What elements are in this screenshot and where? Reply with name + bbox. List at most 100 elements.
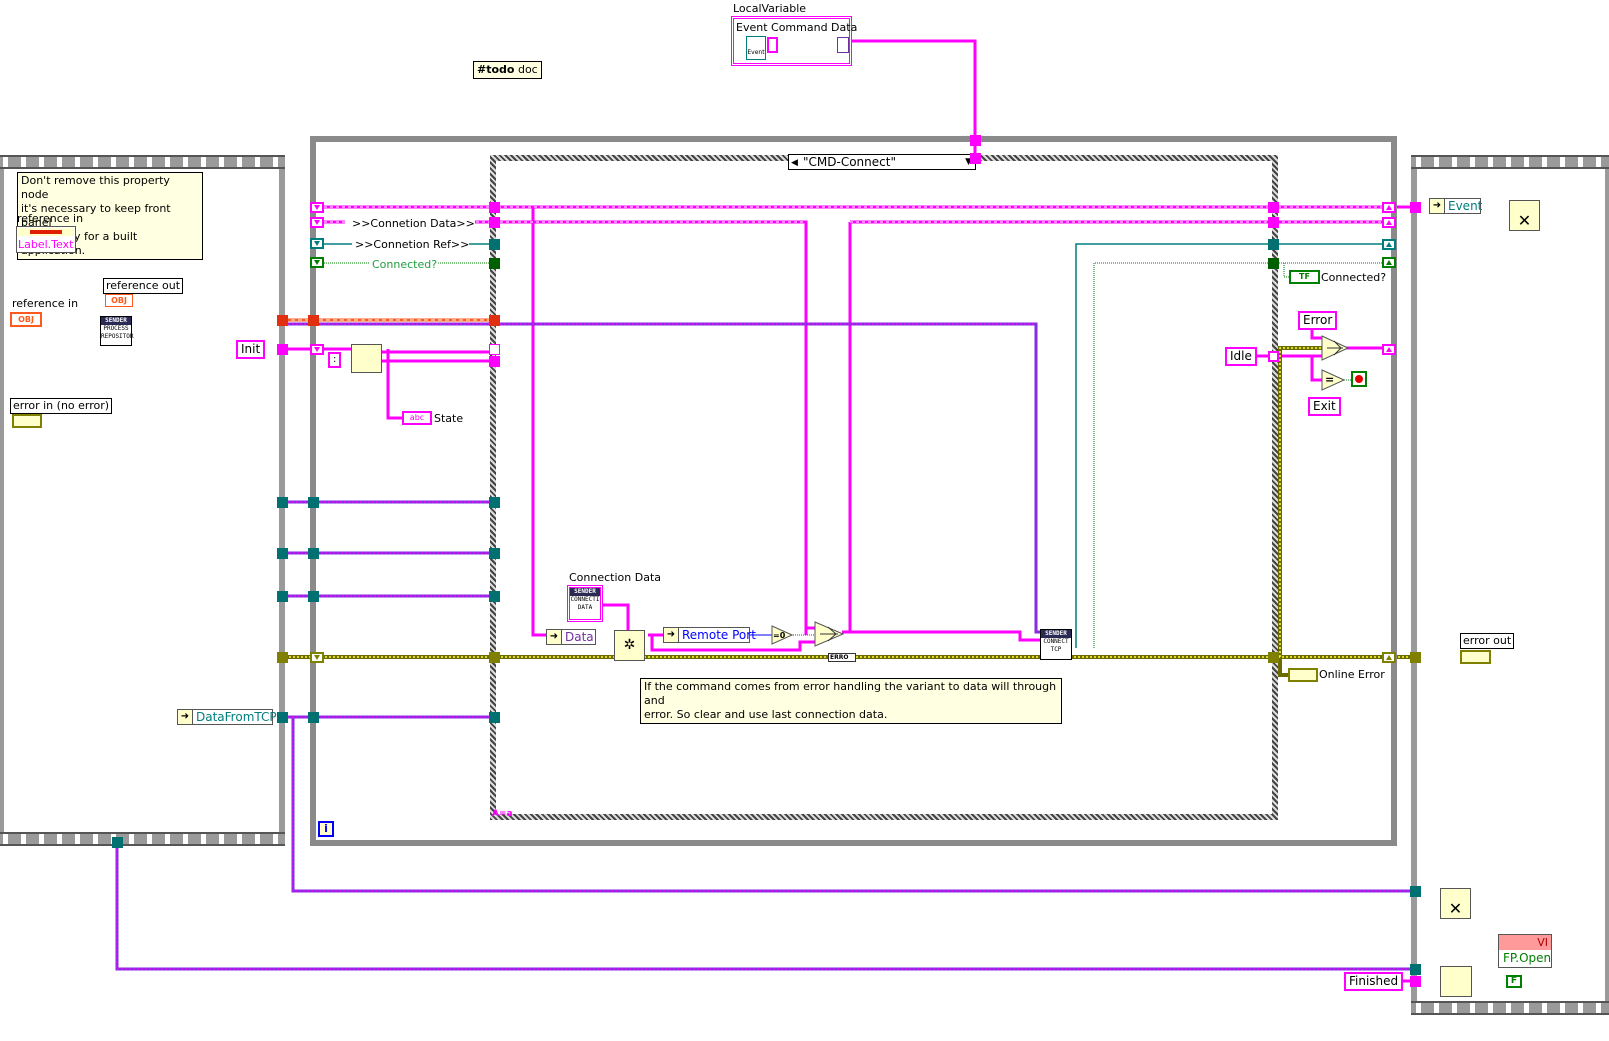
shift-register-left-4[interactable] [310,257,324,268]
tunnel [489,591,500,602]
shift-register-right-4[interactable] [1382,257,1396,268]
selector-value: "CMD-Connect" [803,155,896,169]
stop-terminal[interactable] [1351,371,1367,387]
vi-class-header: VI [1499,935,1551,950]
idle-constant[interactable]: Idle [1225,347,1257,366]
property-label-text: Label.Text [18,238,74,251]
reference-out-label: reference out [103,278,184,294]
tunnel [489,497,500,508]
tunnel [1410,652,1421,663]
select-node[interactable] [814,621,844,647]
colon-constant[interactable]: : [328,352,342,368]
sr-label-connection-data: >>Connetion Data>> [352,217,475,230]
arrow-icon: ➜ [1430,199,1445,213]
shift-register-left-3[interactable] [310,238,324,249]
tunnel [308,497,319,508]
tunnel [489,239,500,250]
tunnel [1268,202,1279,213]
tunnel [277,548,288,559]
reference-out-indicator[interactable]: OBJ [105,294,133,307]
error-constant[interactable]: Error [1298,311,1338,330]
reference-in-label: reference in [12,297,79,310]
selector-prev-arrow[interactable]: ◀ [791,156,798,170]
tunnel [970,153,981,164]
shift-register-right-3[interactable] [1382,239,1396,250]
tunnel [489,258,500,269]
tunnel [489,202,500,213]
online-error-indicator[interactable] [1288,668,1318,682]
tunnel [489,712,500,723]
connected-indicator[interactable]: TF [1289,270,1320,284]
tunnel [489,356,500,367]
state-indicator[interactable]: abc [402,411,432,425]
property-node-ref-label: reference in [17,212,84,225]
tunnel [1268,239,1279,250]
enqueue-element-node[interactable] [1440,966,1472,997]
tunnel [1268,652,1279,663]
case-comment: If the command comes from error handling… [640,678,1062,724]
tunnel [970,135,981,146]
destroy-user-event-node[interactable]: ✕ [1509,200,1540,231]
arrow-icon: ➜ [178,710,193,724]
variant-to-data-node[interactable]: ✲ [614,630,645,661]
tunnel [308,548,319,559]
connection-data-constant[interactable]: SENDER CONNECTI DATA [567,585,603,622]
connection-data-label: Connection Data [569,571,662,584]
shift-register-left-error[interactable] [310,652,324,663]
shift-register-right-2[interactable] [1382,217,1396,228]
init-constant[interactable]: Init [236,340,266,359]
unbundle-event[interactable]: ➜ Event [1429,198,1482,214]
tunnel [1410,202,1421,213]
error-out-label: error out [1460,633,1515,649]
local-variable-caption: LocalVariable [733,2,807,15]
todo-note: #todo doc [473,61,542,79]
stop-icon [1355,375,1363,383]
shift-register-right-1[interactable] [1382,202,1396,213]
tunnel [277,712,288,723]
unbundle-remote-port[interactable]: ➜ Remote Port [663,627,756,643]
shift-register-right-error[interactable] [1382,652,1396,663]
select-state-node[interactable] [1321,335,1349,361]
shift-register-left-1[interactable] [310,202,324,213]
tunnel [277,591,288,602]
tunnel [1410,976,1421,987]
reference-in-control[interactable]: OBJ [10,312,42,327]
tunnel [308,712,319,723]
scan-string-node[interactable] [351,344,382,373]
local-variable-name: Event Command Data [736,21,858,34]
error-out-indicator[interactable] [1460,650,1491,664]
local-variable-event-command-data[interactable]: Event Command Data Event [731,16,857,66]
equal-label: = [1325,373,1335,386]
tunnel [1268,217,1279,228]
unbundle-data[interactable]: ➜ Data [546,629,596,645]
exit-constant[interactable]: Exit [1308,397,1341,416]
state-label: State [434,412,464,425]
arrow-icon: ➜ [664,628,679,642]
label-text-property-node[interactable]: Label.Text [16,226,76,253]
fp-open-property: FP.Open [1503,951,1552,965]
unbundle-datafromtcp[interactable]: ➜ DataFromTCP [177,709,277,725]
tunnel [489,548,500,559]
tunnel [277,344,288,355]
sr-label-connected: Connected? [372,258,438,271]
shift-register-right-state[interactable] [1382,344,1396,355]
case-selector[interactable]: ◀ "CMD-Connect" ▼ [788,154,976,170]
error-in-label: error in (no error) [10,398,113,414]
process-repository-subvi[interactable]: SENDER PROCESS REPOSITOR [100,316,134,346]
arrow-icon: ➜ [547,630,562,644]
connect-tcp-subvi[interactable]: SENDER CONNECT TCP [1040,629,1072,660]
local-variable-output-terminal [837,37,849,53]
false-constant[interactable]: F [1506,975,1522,988]
shift-register-left-state[interactable] [310,344,324,355]
event-icon: Event [746,36,766,60]
unregister-events-node[interactable]: ✕ [1440,888,1471,919]
tunnel [277,315,288,326]
error-in-control[interactable] [12,414,42,428]
todo-hash: #todo [477,63,515,76]
connected-indicator-label: Connected? [1321,271,1387,284]
tunnel [112,837,123,848]
fp-open-property-node[interactable]: VI FP.Open [1498,934,1552,968]
shift-register-left-2[interactable] [310,217,324,228]
finished-constant[interactable]: Finished [1344,972,1404,991]
tunnel [308,315,319,326]
